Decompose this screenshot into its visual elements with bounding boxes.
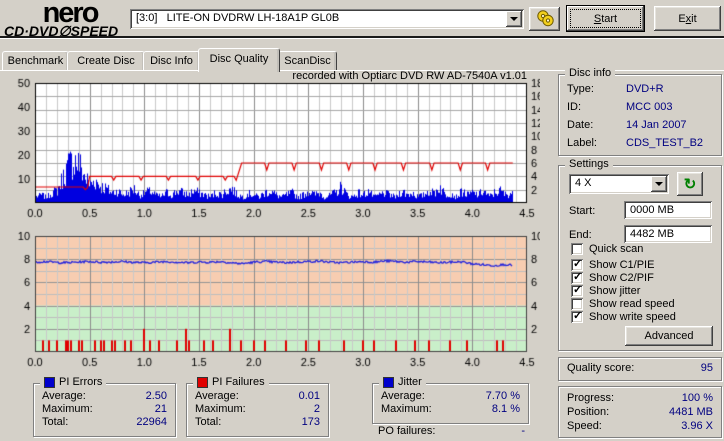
checkbox-label: Show C2/PIF <box>589 271 654 284</box>
jitter-legend-square <box>383 376 394 388</box>
checkbox-quick-scan[interactable]: Quick scan <box>571 242 643 255</box>
quality-score-box: Quality score: 95 <box>558 357 722 381</box>
position-row: Position: 4481 MB <box>567 406 713 418</box>
settings-box: Settings 4 X ↻ Start: 0000 MB End: 4482 … <box>558 158 722 351</box>
checkbox-icon[interactable] <box>571 258 583 271</box>
eject-disc-button[interactable] <box>529 7 560 31</box>
end-position-field[interactable]: 4482 MB <box>624 225 712 243</box>
speed-row: Speed: 3.96 X <box>567 420 713 432</box>
scan-speed-value: 4 X <box>575 177 592 189</box>
pi-failures-total-row: Total: 173 <box>195 416 320 428</box>
exit-button[interactable]: Exit <box>654 6 721 31</box>
checkbox-label: Show C1/PIE <box>589 258 655 271</box>
disc-type-value: DVD+R <box>626 83 664 95</box>
start-button-label: Start <box>593 12 618 25</box>
pi-failures-legend-square <box>197 376 208 388</box>
checkbox-show-write-speed[interactable]: Show write speed <box>571 310 676 323</box>
po-failures-label: PO failures: <box>378 425 436 437</box>
start-position-label: Start: <box>569 205 596 217</box>
exit-button-label: Exit <box>678 12 697 25</box>
disc-id-value: MCC 003 <box>626 101 673 113</box>
disc-info-box: Disc info Type: DVD+R ID: MCC 003 Date: … <box>558 67 722 156</box>
po-failures-row: PO failures: - <box>378 425 525 437</box>
refresh-icon: ↻ <box>683 176 697 193</box>
pi-errors-total-row: Total: 22964 <box>42 416 167 428</box>
checkbox-show-read-speed[interactable]: Show read speed <box>571 297 675 310</box>
pi-errors-chart <box>0 71 540 221</box>
quality-score-value: 95 <box>700 362 713 374</box>
progress-row: Progress: 100 % <box>567 392 713 404</box>
pi-errors-legend-square <box>44 376 55 388</box>
checkbox-icon[interactable] <box>571 242 583 255</box>
tab-benchmark[interactable]: Benchmark <box>2 51 69 71</box>
nero-cd-dvd-speed-window: nero CD·DVD∅SPEED [3:0] LITE-ON DVDRW LH… <box>0 0 724 441</box>
pi-failures-average-row: Average: 0.01 <box>195 390 320 402</box>
pi-errors-legend: PI Errors <box>59 376 103 388</box>
tab-disc-info[interactable]: Disc Info <box>143 51 200 71</box>
refresh-button[interactable]: ↻ <box>677 172 703 196</box>
disc-date-value: 14 Jan 2007 <box>626 119 687 131</box>
disc-date-label: Date: <box>567 119 594 131</box>
end-position-label: End: <box>569 229 592 241</box>
checkbox-icon[interactable] <box>571 284 583 297</box>
jitter-legend: Jitter <box>398 376 422 388</box>
checkbox-show-jitter[interactable]: Show jitter <box>571 284 640 297</box>
pi-errors-maximum-row: Maximum: 21 <box>42 403 167 415</box>
drive-select-value: [3:0] LITE-ON DVDRW LH-18A1P GL0B <box>136 12 340 24</box>
po-failures-value: - <box>521 425 525 437</box>
jitter-average-row: Average: 7.70 % <box>381 390 520 402</box>
jitter-chart <box>0 224 540 370</box>
disc-type-label: Type: <box>567 83 594 95</box>
pi-failures-box: PI Failures Average: 0.01 Maximum: 2 Total… <box>186 376 329 437</box>
dropdown-arrow-icon[interactable] <box>651 176 667 192</box>
pi-errors-box: PI Errors Average: 2.50 Maximum: 21 Total:… <box>33 376 176 437</box>
checkbox-show-c1-pie[interactable]: Show C1/PIE <box>571 258 654 271</box>
checkbox-label: Show write speed <box>589 310 676 323</box>
tab-create-disc[interactable]: Create Disc <box>67 51 145 71</box>
jitter-box: Jitter Average: 7.70 % Maximum: 8.1 % <box>372 376 529 424</box>
checkbox-icon[interactable] <box>571 271 583 284</box>
checkbox-icon[interactable] <box>571 297 583 310</box>
disc-label-label: Label: <box>567 137 597 149</box>
advanced-button[interactable]: Advanced <box>625 326 713 346</box>
start-position-value: 0000 MB <box>630 204 675 216</box>
disc-id-label: ID: <box>567 101 582 113</box>
quality-score-label: Quality score: <box>567 362 635 374</box>
dropdown-arrow-icon[interactable] <box>506 11 522 27</box>
pi-failures-legend: PI Failures <box>212 376 265 388</box>
checkbox-icon[interactable] <box>571 310 583 323</box>
tab-scandisc[interactable]: ScanDisc <box>278 51 337 71</box>
tab-disc-quality[interactable]: Disc Quality <box>198 48 280 72</box>
checkbox-label: Quick scan <box>589 242 644 255</box>
end-position-value: 4482 MB <box>630 228 675 240</box>
toolbar-divider <box>0 36 724 39</box>
pi-errors-average-row: Average: 2.50 <box>42 390 167 402</box>
advanced-button-label: Advanced <box>644 330 694 342</box>
checkbox-label: Show read speed <box>589 297 675 310</box>
disc-info-legend: Disc info <box>565 67 616 79</box>
app-logo: nero CD·DVD∅SPEED <box>4 0 136 38</box>
progress-box: Progress: 100 % Position: 4481 MB Speed: 3.… <box>558 386 722 438</box>
start-position-field[interactable]: 0000 MB <box>624 201 712 219</box>
disc-label-value: CDS_TEST_B2 <box>626 137 704 149</box>
settings-legend: Settings <box>565 158 613 170</box>
start-button[interactable]: Start <box>567 6 644 31</box>
quality-score-row: Quality score: 95 <box>567 362 713 374</box>
checkbox-label: Show jitter <box>589 284 641 297</box>
disc-icon <box>535 9 555 27</box>
scan-speed-select[interactable]: 4 X <box>569 174 669 194</box>
checkbox-show-c2-pif[interactable]: Show C2/PIF <box>571 271 654 284</box>
jitter-maximum-row: Maximum: 8.1 % <box>381 403 520 415</box>
drive-select[interactable]: [3:0] LITE-ON DVDRW LH-18A1P GL0B <box>130 9 524 29</box>
app-logo-line1: nero <box>42 0 100 29</box>
pi-failures-maximum-row: Maximum: 2 <box>195 403 320 415</box>
